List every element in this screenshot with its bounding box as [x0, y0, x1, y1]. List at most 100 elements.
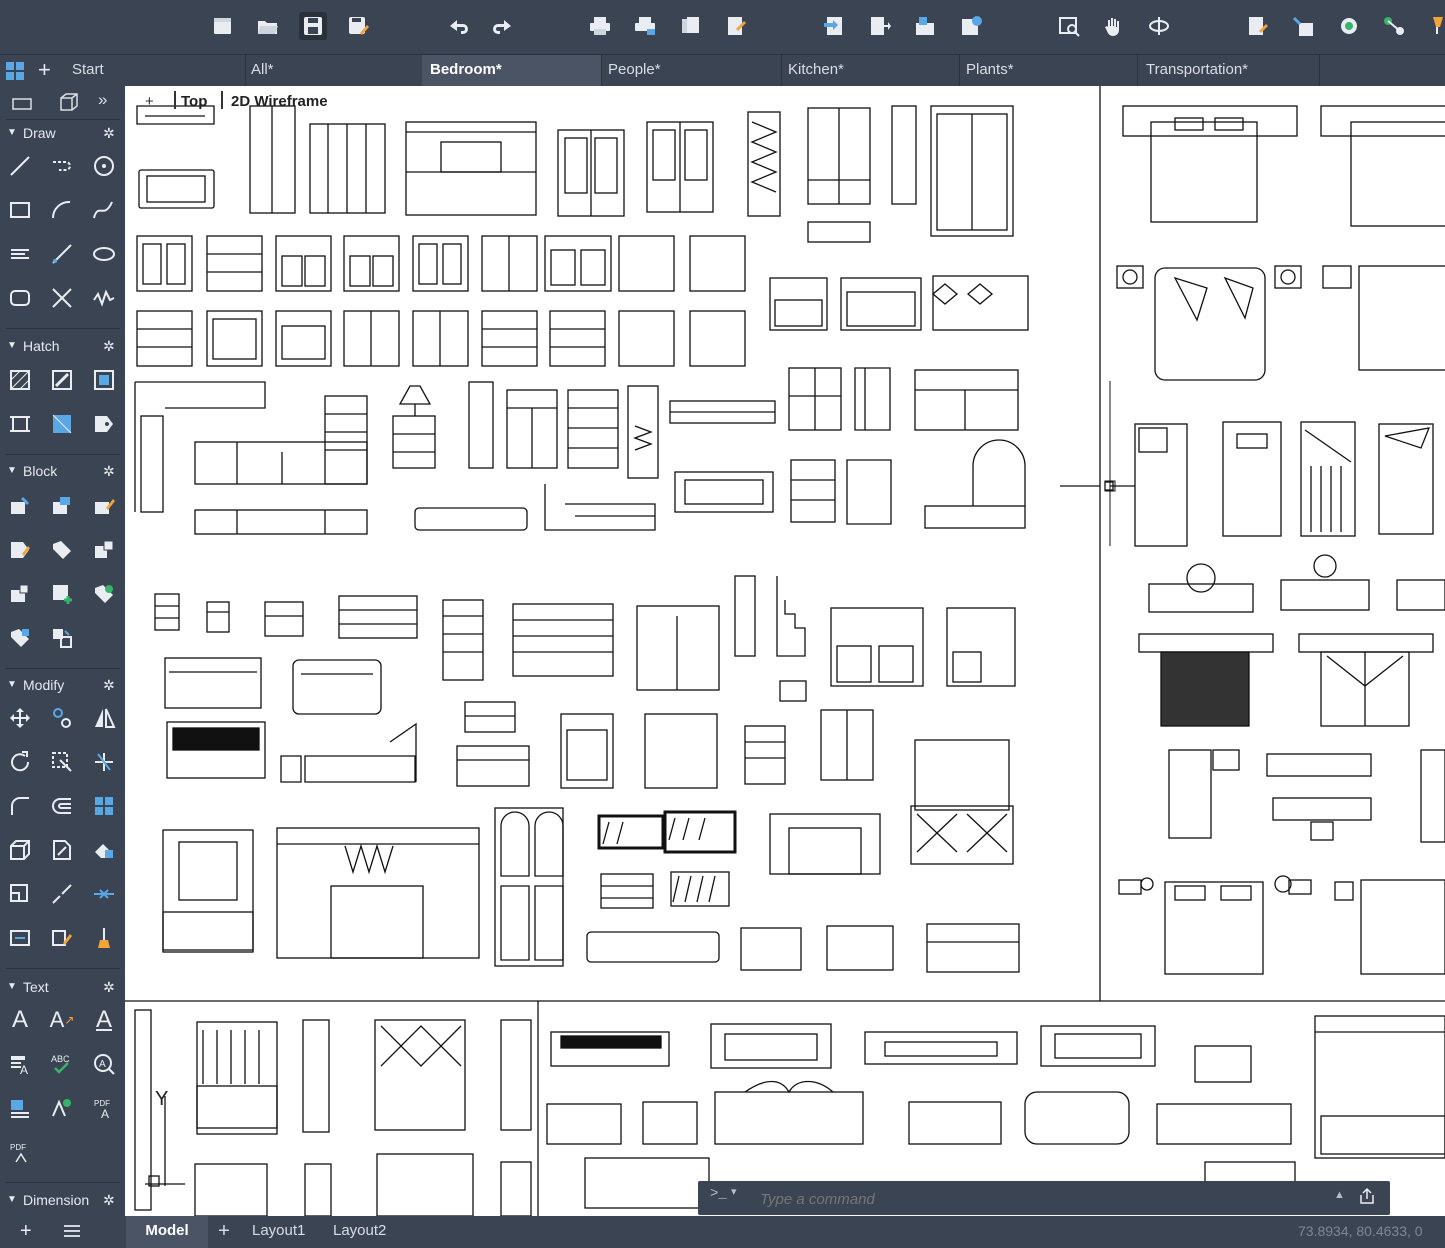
redo-icon[interactable]: [489, 12, 517, 40]
section-text[interactable]: ▼ Text ✲: [0, 977, 125, 999]
box-view-icon[interactable]: [55, 88, 83, 116]
publish-icon[interactable]: [677, 12, 705, 40]
chevron-up-icon[interactable]: ▲: [1334, 1189, 1345, 1201]
tab-transportation[interactable]: Transportation*: [1138, 55, 1320, 86]
viewport-menu-button[interactable]: +: [145, 93, 154, 110]
zoom-window-icon[interactable]: [1055, 12, 1083, 40]
region-icon[interactable]: [6, 410, 34, 438]
copy-icon[interactable]: [48, 704, 76, 732]
spellcheck-icon[interactable]: ABC: [48, 1050, 76, 1078]
insert-block-icon[interactable]: [6, 492, 34, 520]
block-attr-icon[interactable]: [90, 536, 118, 564]
sync-block-icon[interactable]: [90, 580, 118, 608]
properties-icon[interactable]: [1244, 12, 1272, 40]
tab-kitchen[interactable]: Kitchen*: [780, 55, 960, 86]
fillet-icon[interactable]: [6, 792, 34, 820]
match-props-icon[interactable]: [1289, 12, 1317, 40]
open-file-icon[interactable]: [254, 12, 282, 40]
tab-people[interactable]: People*: [600, 55, 782, 86]
view-control-button[interactable]: Top: [181, 93, 207, 110]
rectangle-icon[interactable]: [6, 196, 34, 224]
single-text-icon[interactable]: A ↗: [48, 1006, 76, 1034]
share-icon[interactable]: [957, 12, 985, 40]
scale-icon[interactable]: [48, 748, 76, 776]
edit-block-icon[interactable]: [90, 492, 118, 520]
text-align-icon[interactable]: [6, 1094, 34, 1122]
join-icon[interactable]: [90, 880, 118, 908]
gear-icon[interactable]: ✲: [103, 463, 115, 480]
wblock-icon[interactable]: [6, 580, 34, 608]
block-palette-icon[interactable]: [6, 624, 34, 652]
xline-icon[interactable]: [48, 284, 76, 312]
polyline-icon[interactable]: [48, 152, 76, 180]
tab-layout2[interactable]: Layout2: [333, 1216, 386, 1248]
collapse-palette-button[interactable]: »: [98, 90, 107, 110]
node-icon[interactable]: [1380, 12, 1408, 40]
lamp-icon[interactable]: [1425, 12, 1445, 40]
add-block-icon[interactable]: [48, 580, 76, 608]
line-icon[interactable]: [6, 152, 34, 180]
tab-model[interactable]: Model: [126, 1216, 208, 1248]
add-tab-button[interactable]: +: [38, 56, 51, 84]
stretch-icon[interactable]: [6, 836, 34, 864]
add-icon[interactable]: +: [20, 1220, 32, 1243]
gear-icon[interactable]: ✲: [103, 979, 115, 996]
mtext-icon[interactable]: A: [6, 1006, 34, 1034]
wipeout-icon[interactable]: [48, 410, 76, 438]
attribute-icon[interactable]: [6, 536, 34, 564]
gradient-icon[interactable]: [48, 366, 76, 394]
gear-icon[interactable]: ✲: [103, 125, 115, 142]
broom-icon[interactable]: [90, 924, 118, 952]
break-icon[interactable]: [48, 880, 76, 908]
ellipse-icon[interactable]: [90, 240, 118, 268]
lengthen-icon[interactable]: [6, 924, 34, 952]
grid-icon[interactable]: [5, 61, 25, 81]
import-icon[interactable]: [820, 12, 848, 40]
attach-icon[interactable]: [865, 12, 893, 40]
boundary-icon[interactable]: [90, 366, 118, 394]
tab-plants[interactable]: Plants*: [958, 55, 1138, 86]
pdf-import-icon[interactable]: PDF A: [90, 1094, 118, 1122]
layer-icon[interactable]: [1335, 12, 1363, 40]
hatch-icon[interactable]: [6, 366, 34, 394]
export-icon[interactable]: [722, 12, 750, 40]
add-layout-button[interactable]: +: [212, 1216, 236, 1248]
new-file-icon[interactable]: [209, 12, 237, 40]
section-modify[interactable]: ▼ Modify ✲: [0, 675, 125, 697]
undo-icon[interactable]: [444, 12, 472, 40]
section-hatch[interactable]: ▼ Hatch ✲: [0, 336, 125, 358]
mirror-icon[interactable]: [90, 704, 118, 732]
hatch-lines-icon[interactable]: [6, 240, 34, 268]
tag-icon[interactable]: [90, 410, 118, 438]
tab-all[interactable]: All*: [243, 55, 423, 86]
arc-icon[interactable]: [48, 196, 76, 224]
circle-icon[interactable]: [90, 152, 118, 180]
tab-bedroom[interactable]: Bedroom*: [422, 55, 602, 86]
create-block-icon[interactable]: [48, 492, 76, 520]
find-text-icon[interactable]: A: [90, 1050, 118, 1078]
batch-print-icon[interactable]: [631, 12, 659, 40]
print-icon[interactable]: [586, 12, 614, 40]
align-icon[interactable]: [6, 880, 34, 908]
tab-start[interactable]: Start: [64, 55, 246, 86]
text-arrange-icon[interactable]: [48, 1094, 76, 1122]
rotate-icon[interactable]: [6, 748, 34, 776]
pedit-icon[interactable]: [48, 924, 76, 952]
sheet-set-icon[interactable]: [911, 12, 939, 40]
pdf-text-icon[interactable]: PDF: [6, 1138, 34, 1166]
ray-icon[interactable]: [48, 240, 76, 268]
replace-block-icon[interactable]: [48, 624, 76, 652]
erase-icon[interactable]: [90, 836, 118, 864]
spline-icon[interactable]: [90, 196, 118, 224]
section-draw[interactable]: ▼ Draw ✲: [0, 123, 125, 145]
save-as-icon[interactable]: [344, 12, 372, 40]
save-icon[interactable]: [299, 12, 327, 40]
share-icon[interactable]: [1358, 1187, 1376, 1205]
drawing-canvas[interactable]: + Top 2D Wireframe Y: [125, 86, 1445, 1216]
gear-icon[interactable]: ✲: [103, 677, 115, 694]
section-dimension[interactable]: ▼ Dimension ✲: [0, 1190, 125, 1212]
move-icon[interactable]: [6, 704, 34, 732]
trim-icon[interactable]: [90, 748, 118, 776]
array-icon[interactable]: [90, 792, 118, 820]
gear-icon[interactable]: ✲: [103, 338, 115, 355]
